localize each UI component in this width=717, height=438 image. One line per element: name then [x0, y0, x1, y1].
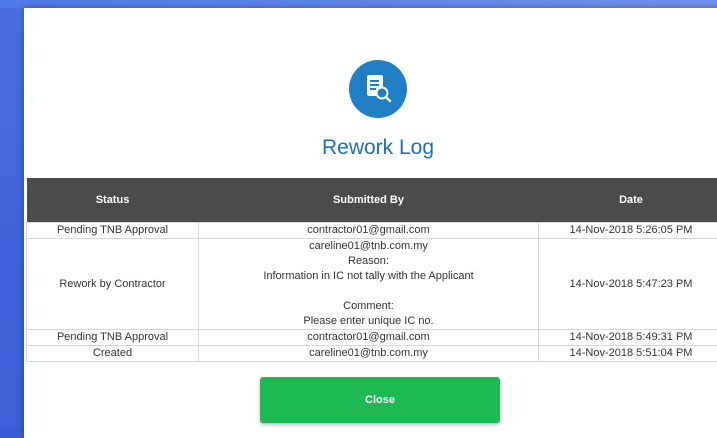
reason-label: Reason:: [203, 254, 534, 269]
close-button[interactable]: Close: [260, 377, 500, 423]
status-cell: Created: [27, 346, 199, 362]
column-header-status: Status: [27, 178, 199, 223]
comment-text: Please enter unique IC no.: [203, 314, 534, 329]
table-row: Pending TNB Approval contractor01@gmail.…: [27, 223, 717, 239]
submitted-by-cell: careline01@tnb.com.my Reason: Informatio…: [199, 239, 539, 330]
date-cell: 14-Nov-2018 5:47:23 PM: [539, 239, 717, 330]
date-cell: 14-Nov-2018 5:26:05 PM: [539, 223, 717, 239]
document-search-icon: [349, 60, 407, 118]
table-header-row: Status Submitted By Date: [27, 178, 717, 223]
status-cell: Rework by Contractor: [27, 239, 199, 330]
rework-log-table: Status Submitted By Date Pending TNB App…: [26, 178, 717, 362]
date-cell: 14-Nov-2018 5:51:04 PM: [539, 346, 717, 362]
submitted-by-cell: contractor01@gmail.com: [199, 330, 539, 346]
column-header-submitted-by: Submitted By: [199, 178, 539, 223]
blank-line: [203, 284, 534, 299]
background-top: [0, 0, 717, 8]
status-cell: Pending TNB Approval: [27, 223, 199, 239]
submitted-by-cell: contractor01@gmail.com: [199, 223, 539, 239]
column-header-date: Date: [539, 178, 717, 223]
background-left: [0, 0, 24, 428]
table-row: Created careline01@tnb.com.my 14-Nov-201…: [27, 346, 717, 362]
date-cell: 14-Nov-2018 5:49:31 PM: [539, 330, 717, 346]
modal-title: Rework Log: [24, 136, 717, 160]
rework-log-modal: × Rework Log Status Submitted By Date Pe…: [24, 8, 717, 438]
reason-text: Information in IC not tally with the App…: [203, 269, 534, 284]
table-row: Rework by Contractor careline01@tnb.com.…: [27, 239, 717, 330]
submitted-by-cell: careline01@tnb.com.my: [199, 346, 539, 362]
status-cell: Pending TNB Approval: [27, 330, 199, 346]
submitter-email: careline01@tnb.com.my: [203, 239, 534, 254]
comment-label: Comment:: [203, 299, 534, 314]
table-row: Pending TNB Approval contractor01@gmail.…: [27, 330, 717, 346]
